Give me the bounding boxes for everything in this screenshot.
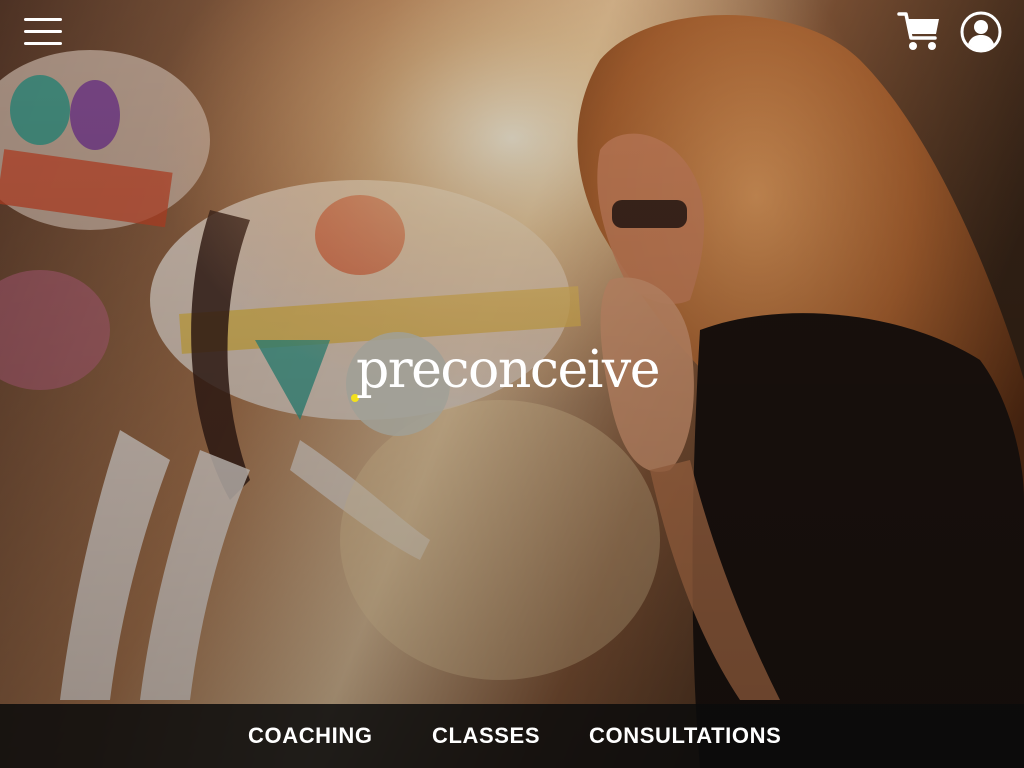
user-account-icon	[960, 11, 1002, 53]
brand-logo[interactable]: preconceive	[344, 332, 690, 438]
logo-text: preconceive	[356, 340, 661, 400]
nav-item-consultations[interactable]: CONSULTATIONS	[589, 704, 781, 768]
nav-item-classes[interactable]: CLASSES	[432, 704, 540, 768]
account-button[interactable]	[959, 10, 1003, 54]
hero-section: preconceive COACHING CLASSES CONSULTATIO…	[0, 0, 1024, 768]
nav-item-coaching[interactable]: COACHING	[248, 704, 373, 768]
bottom-nav: COACHING CLASSES CONSULTATIONS	[0, 704, 1024, 768]
cart-button[interactable]	[897, 10, 943, 54]
menu-button[interactable]	[22, 14, 64, 50]
shopping-cart-icon	[897, 12, 939, 50]
